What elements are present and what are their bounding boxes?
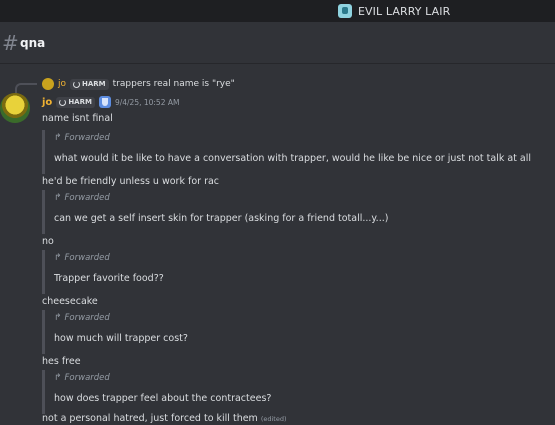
forward-arrow-icon: ↱ [54, 133, 62, 143]
forwarded-label-text: Forwarded [64, 133, 110, 143]
message-text-content: not a personal hatred, just forced to ki… [42, 413, 258, 424]
forwarded-label: ↱ Forwarded [54, 193, 110, 203]
edited-label: (edited) [260, 415, 287, 423]
forward-arrow-icon: ↱ [54, 313, 62, 323]
forwarded-text: how does trapper feel about the contract… [54, 393, 272, 404]
message-timestamp[interactable]: 9/4/25, 10:52 AM [115, 98, 180, 107]
avatar[interactable] [0, 93, 30, 123]
forwarded-message[interactable]: ↱ Forwarded how much will trapper cost? [42, 310, 555, 354]
forwarded-message[interactable]: ↱ Forwarded Trapper favorite food?? [42, 250, 555, 294]
forwarded-label-text: Forwarded [64, 313, 110, 323]
forward-arrow-icon: ↱ [54, 193, 62, 203]
channel-name: qna [20, 36, 46, 50]
forwarded-text: can we get a self insert skin for trappe… [54, 213, 389, 224]
message-text: name isnt final [42, 113, 113, 124]
message-text: not a personal hatred, just forced to ki… [42, 413, 287, 424]
forwarded-label-text: Forwarded [64, 193, 110, 203]
forward-arrow-icon: ↱ [54, 253, 62, 263]
forwarded-label: ↱ Forwarded [54, 253, 110, 263]
message-text: hes free [42, 356, 81, 367]
reply-text: trappers real name is "rye" [112, 79, 235, 89]
forwarded-message[interactable]: ↱ Forwarded what would it be like to hav… [42, 130, 555, 174]
forwarded-message[interactable]: ↱ Forwarded how does trapper feel about … [42, 370, 555, 414]
forwarded-text: what would it be like to have a conversa… [54, 153, 532, 164]
forwarded-text: Trapper favorite food?? [54, 273, 164, 284]
server-icon [338, 4, 352, 18]
guild-tag-label: HARM [68, 98, 92, 106]
channel-header: # qna [0, 22, 555, 64]
reply-author[interactable]: jo [58, 79, 66, 89]
reply-guild-tag[interactable]: HARM [70, 78, 109, 90]
tag-icon [73, 80, 81, 88]
shield-icon[interactable] [98, 96, 111, 108]
tag-icon [59, 98, 67, 106]
server-title[interactable]: EVIL LARRY LAIR [338, 4, 450, 18]
message-text: he'd be friendly unless u work for rac [42, 176, 220, 187]
server-name: EVIL LARRY LAIR [358, 4, 451, 18]
forwarded-label-text: Forwarded [64, 373, 110, 383]
forwarded-label: ↱ Forwarded [54, 373, 110, 383]
hashtag-icon: # [2, 31, 19, 55]
title-bar: EVIL LARRY LAIR [0, 0, 555, 22]
forwarded-label: ↱ Forwarded [54, 313, 110, 323]
message-text: cheesecake [42, 296, 98, 307]
reply-preview[interactable]: jo HARM trappers real name is "rye" [42, 77, 235, 91]
forwarded-text: how much will trapper cost? [54, 333, 188, 344]
forwarded-label: ↱ Forwarded [54, 133, 110, 143]
guild-tag[interactable]: HARM [56, 96, 95, 108]
message-header: jo HARM 9/4/25, 10:52 AM [42, 95, 179, 109]
message-author[interactable]: jo [42, 97, 52, 108]
forward-arrow-icon: ↱ [54, 373, 62, 383]
forwarded-message[interactable]: ↱ Forwarded can we get a self insert ski… [42, 190, 555, 234]
message-text: no [42, 236, 54, 247]
reply-avatar [42, 78, 54, 90]
forwarded-label-text: Forwarded [64, 253, 110, 263]
reply-tag-label: HARM [82, 80, 106, 88]
